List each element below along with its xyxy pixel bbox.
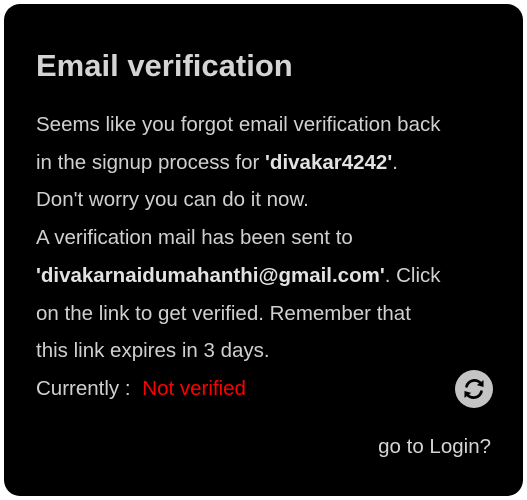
status-label: Currently : bbox=[36, 376, 131, 400]
email-address: 'divakarnaidumahanthi@gmail.com' bbox=[36, 263, 385, 287]
message-line-2-prefix: in the signup process for bbox=[36, 150, 266, 174]
message-line-4: A verification mail has been sent to bbox=[36, 226, 353, 250]
status-value: Not verified bbox=[142, 376, 246, 400]
refresh-button[interactable] bbox=[455, 369, 493, 408]
email-verification-card: Email verification Seems like you forgot… bbox=[4, 4, 523, 496]
refresh-icon bbox=[464, 378, 484, 399]
verification-status: Currently : Not verified bbox=[36, 369, 493, 408]
username: 'divakar4242' bbox=[265, 150, 393, 174]
go-to-login-link[interactable]: go to Login? bbox=[378, 432, 491, 462]
message-line-3: Don't worry you can do it now. bbox=[36, 188, 309, 212]
message-line-2: in the signup process for 'divakar4242'. bbox=[36, 144, 491, 182]
message-line-6: on the link to get verified. Remember th… bbox=[36, 301, 411, 325]
message-line-1: Seems like you forgot email verification… bbox=[36, 113, 441, 136]
verification-message: Seems like you forgot email verification… bbox=[36, 106, 493, 408]
message-line-5: 'divakarnaidumahanthi@gmail.com'. Click bbox=[36, 257, 491, 295]
message-line-5-suffix: . Click bbox=[384, 263, 441, 287]
message-line-2-suffix: . bbox=[392, 150, 398, 174]
page-title: Email verification bbox=[36, 48, 293, 83]
message-line-7: this link expires in 3 days. bbox=[36, 339, 270, 363]
